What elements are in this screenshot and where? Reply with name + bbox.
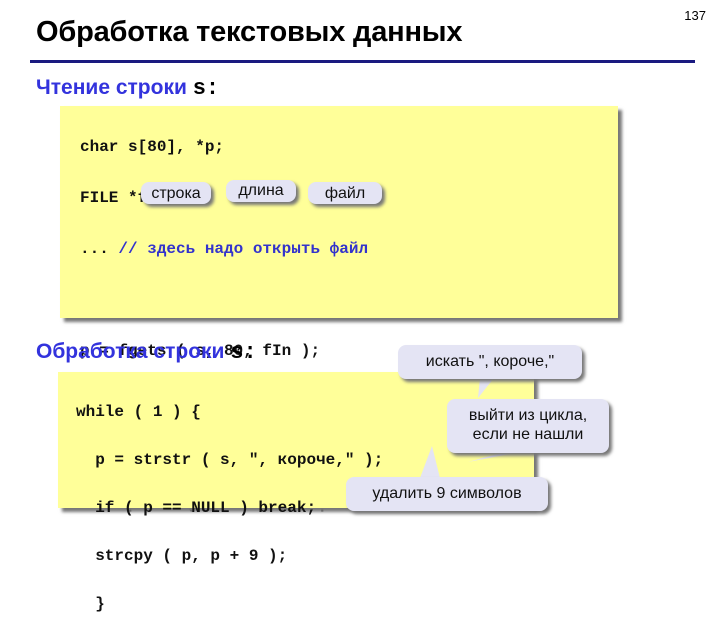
callout-line: выйти из цикла,: [468, 407, 588, 424]
code-line: strcpy ( p, p + 9 );: [76, 547, 288, 565]
code-line: }: [76, 595, 105, 613]
callout-tails: [420, 378, 520, 478]
callout-line: если не нашли: [472, 426, 584, 443]
callout-delete: удалить 9 символов: [346, 477, 548, 511]
callout-tail-search: [478, 378, 494, 398]
callout-exit-loop: выйти из цикла, если не нашли: [447, 399, 609, 453]
callout-tail-exit: [468, 452, 520, 462]
callout-tail-delete: [420, 446, 440, 478]
callout-search: искать ", короче,": [398, 345, 582, 379]
